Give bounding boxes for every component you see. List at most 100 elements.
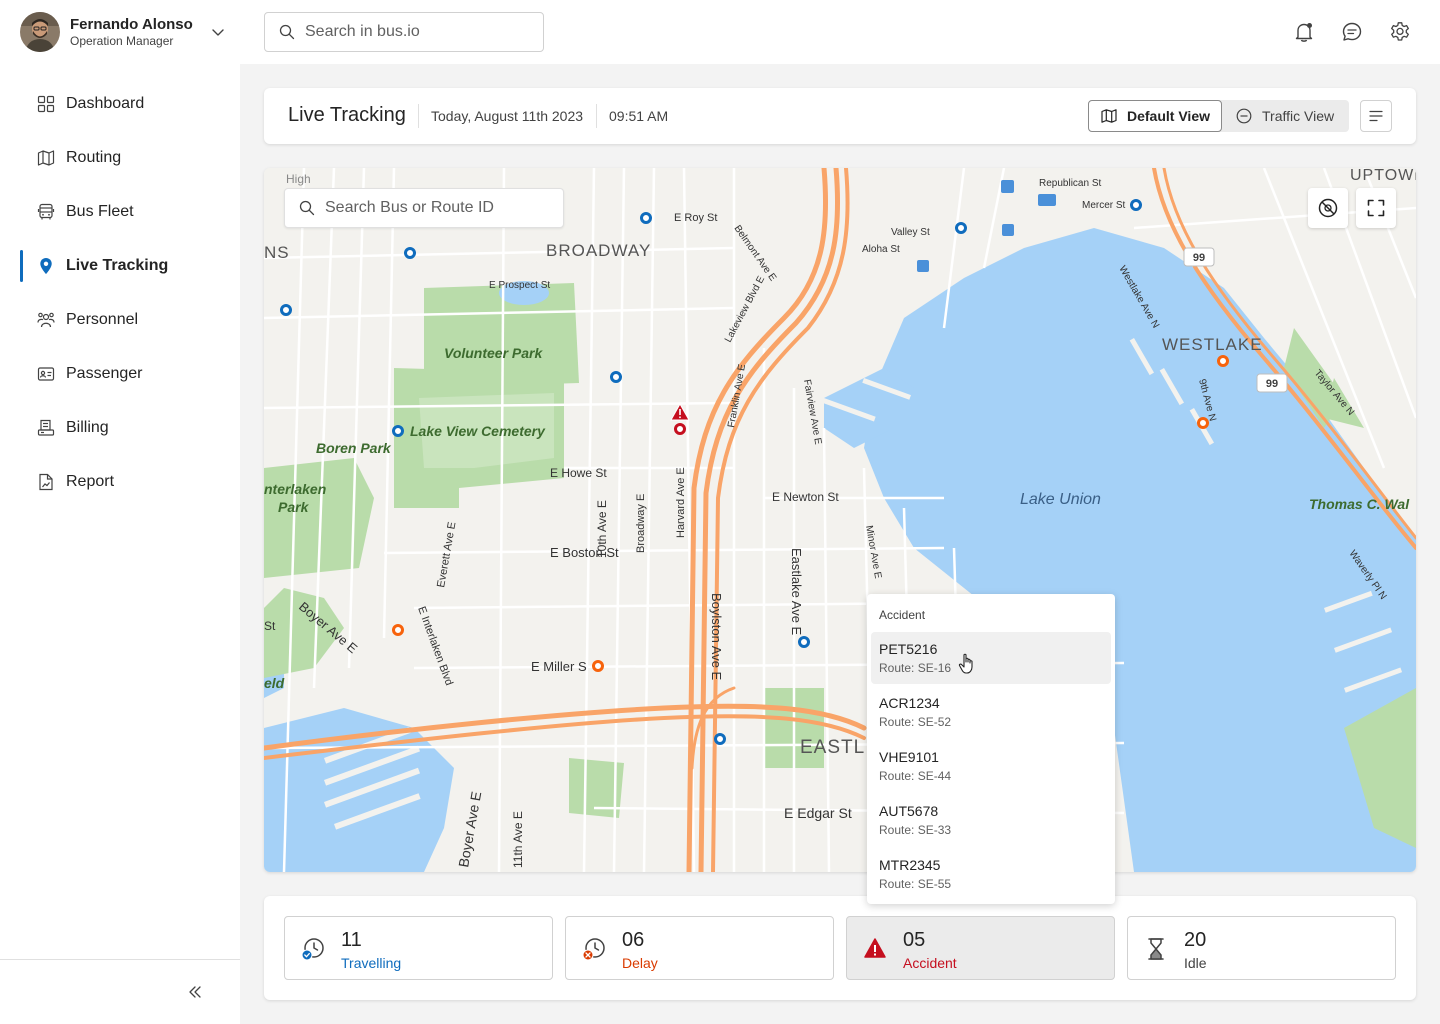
top-bar [240, 0, 1440, 64]
travelling-label: Travelling [341, 955, 402, 971]
route-id: Route: SE-16 [879, 661, 952, 675]
chevron-down-icon [212, 29, 224, 36]
page-title: Live Tracking [288, 104, 406, 126]
bus-id: MTR2345 [879, 857, 941, 873]
map-search[interactable] [284, 188, 564, 228]
default-view-button[interactable]: Default View [1088, 100, 1222, 132]
status-travelling[interactable]: 11 Travelling [284, 916, 553, 980]
route-id: Route: SE-52 [879, 715, 952, 729]
delay-label: Delay [622, 955, 658, 971]
map-canvas: 99 99 BROADWAY NS WESTLAKE EASTL UPTOWN … [264, 168, 1416, 872]
delay-count: 06 [622, 929, 645, 951]
accident-count: 05 [903, 929, 926, 951]
divider [418, 104, 419, 128]
messages-button[interactable] [1340, 20, 1364, 44]
id-card-icon [37, 365, 55, 383]
accident-item[interactable]: PET5216 Route: SE-16 [871, 632, 1111, 684]
map-label: BROADWAY [546, 241, 651, 260]
sidebar-item-dashboard[interactable]: Dashboard [0, 77, 240, 131]
default-view-label: Default View [1127, 108, 1210, 124]
street-label: Valley St [891, 227, 930, 238]
hide-traffic-button[interactable] [1308, 188, 1348, 228]
sidebar-item-bus-fleet[interactable]: Bus Fleet [0, 185, 240, 239]
grid-icon [37, 95, 55, 113]
warning-icon [864, 938, 886, 958]
traffic-view-label: Traffic View [1262, 108, 1335, 124]
accident-item[interactable]: VHE9101 Route: SE-44 [871, 740, 1111, 792]
street-label: St [264, 619, 276, 633]
bus-id: ACR1234 [879, 695, 940, 711]
idle-count: 20 [1184, 929, 1207, 951]
receipt-icon [37, 419, 55, 437]
sidebar-item-live-tracking[interactable]: Live Tracking [0, 239, 240, 293]
map-label: Park [278, 499, 310, 515]
divider [596, 104, 597, 128]
gear-icon [1391, 22, 1409, 41]
location-pin-icon [37, 257, 55, 275]
status-delay[interactable]: 06 Delay [565, 916, 834, 980]
bus-id: AUT5678 [879, 803, 939, 819]
bus-id: PET5216 [879, 641, 938, 657]
filter-menu-button[interactable] [1360, 100, 1392, 132]
sidebar-item-billing[interactable]: Billing [0, 401, 240, 455]
double-chevron-left-icon [189, 986, 201, 998]
svg-text:99: 99 [1266, 378, 1278, 390]
street-label: E Miller S [531, 659, 587, 674]
sidebar-item-label: Personnel [66, 311, 139, 328]
route-id: Route: SE-44 [879, 769, 952, 783]
fullscreen-button[interactable] [1356, 188, 1396, 228]
sidebar-item-report[interactable]: Report [0, 455, 240, 509]
global-search[interactable] [264, 12, 544, 52]
route-99-shield: 99 [1183, 247, 1215, 267]
street-label: E Prospect St [489, 280, 550, 291]
street-label: 11th Ave E [511, 811, 525, 868]
view-toggle: Default View Traffic View [1088, 100, 1349, 132]
map-label: Boren Park [316, 440, 392, 456]
document-chart-icon [37, 473, 55, 491]
search-input[interactable] [305, 23, 525, 41]
collapse-sidebar-button[interactable] [184, 981, 206, 1003]
route-99-shield: 99 [1256, 373, 1288, 393]
sidebar-item-passenger[interactable]: Passenger [0, 347, 240, 401]
fullscreen-icon [1367, 199, 1385, 217]
accident-item[interactable]: AUT5678 Route: SE-33 [871, 794, 1111, 846]
traffic-view-button[interactable]: Traffic View [1234, 100, 1349, 132]
people-icon [37, 311, 55, 329]
sidebar-item-label: Live Tracking [66, 257, 169, 274]
avatar [20, 12, 60, 52]
status-idle[interactable]: 20 Idle [1127, 916, 1396, 980]
street-label: Harvard Ave E [675, 467, 687, 538]
sidebar-item-routing[interactable]: Routing [0, 131, 240, 185]
map-label: WESTLAKE [1162, 335, 1263, 354]
idle-label: Idle [1184, 955, 1207, 971]
map-label: Lake Union [1020, 491, 1101, 508]
map-icon [1101, 109, 1117, 123]
bus-icon [37, 203, 55, 221]
accident-item[interactable]: ACR1234 Route: SE-52 [871, 686, 1111, 738]
traffic-icon [1236, 108, 1252, 124]
street-label: 10th Ave E [595, 500, 609, 558]
map-label: eld [264, 675, 285, 691]
status-accident[interactable]: 05 Accident [846, 916, 1115, 980]
map-label: EASTL [800, 737, 865, 758]
sidebar-item-label: Billing [66, 419, 109, 436]
sidebar-item-personnel[interactable]: Personnel [0, 293, 240, 347]
live-map[interactable]: 99 99 BROADWAY NS WESTLAKE EASTL UPTOWN … [264, 168, 1416, 872]
clock-check-icon [301, 938, 324, 961]
user-profile-menu[interactable]: Fernando Alonso Operation Manager [20, 12, 230, 52]
accident-item[interactable]: MTR2345 Route: SE-55 [871, 848, 1111, 900]
notifications-button[interactable] [1292, 20, 1316, 44]
street-label: E Newton St [772, 490, 839, 504]
sidebar-item-label: Passenger [66, 365, 143, 382]
current-time: 09:51 AM [609, 108, 669, 124]
street-label: Broadway E [635, 494, 647, 553]
sidebar-item-label: Dashboard [66, 95, 145, 112]
map-label: NS [264, 243, 290, 262]
map-search-input[interactable] [325, 199, 555, 217]
sidebar-item-label: Report [66, 473, 115, 490]
route-id: Route: SE-55 [879, 877, 952, 891]
settings-button[interactable] [1388, 20, 1412, 44]
text-align-left-icon [1369, 110, 1383, 122]
street-label: Mercer St [1082, 200, 1126, 211]
user-name: Fernando Alonso [70, 15, 193, 33]
